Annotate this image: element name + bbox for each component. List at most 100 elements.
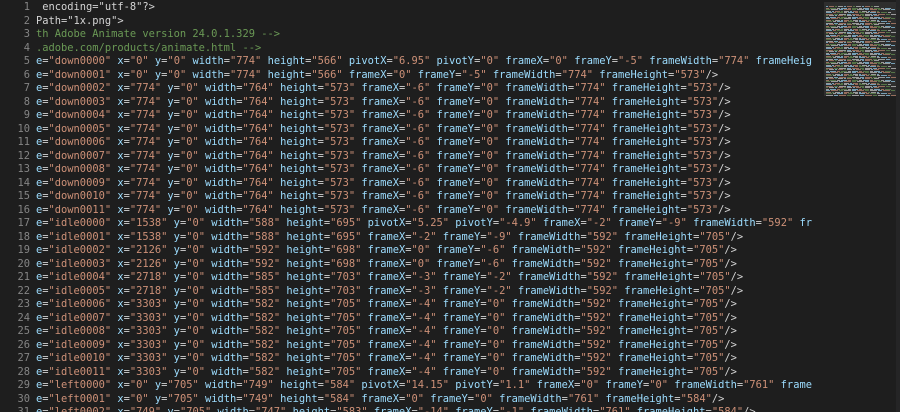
code-line[interactable]: 3 th Adobe Animate version 24.0.1.329 --> xyxy=(0,28,812,42)
line-number: 31 xyxy=(17,406,30,412)
code-token: x xyxy=(111,190,124,202)
code-token: frameY xyxy=(436,338,481,351)
code-line[interactable]: 20 e="idle0003" x="2126" y="0" width="592… xyxy=(0,258,812,272)
code-token: "774" xyxy=(129,82,162,94)
code-token: "-2" xyxy=(411,230,437,243)
code-token: frameHeight xyxy=(611,257,687,270)
minimap[interactable] xyxy=(812,0,900,412)
code-token: "698" xyxy=(330,257,362,270)
code-token: "592" xyxy=(248,257,281,270)
code-line[interactable]: 28 e="idle0011" x="3303" y="0" width="582… xyxy=(0,366,812,380)
code-token: "764" xyxy=(242,163,274,175)
code-token: frameHeight xyxy=(617,271,694,283)
code-token: "705" xyxy=(693,311,725,324)
code-editor[interactable]: 1 encoding="utf-8"?> 2 Path="1x.png"> 3th A… xyxy=(0,0,900,412)
code-token: y xyxy=(167,271,180,283)
code-line[interactable]: 15 e="down0010" x="774" y="0" width="764"… xyxy=(0,190,812,204)
code-token: frameY xyxy=(430,82,475,94)
code-line[interactable]: 24 e="idle0007" x="3303" y="0" width="582… xyxy=(0,312,812,326)
code-token: x xyxy=(111,82,124,94)
line-number: 6 xyxy=(23,68,30,81)
code-line[interactable]: 10 e="down0005" x="774" y="0" width="764"… xyxy=(0,123,812,137)
code-token: pivotY xyxy=(430,55,475,67)
code-line[interactable]: 14 e="down0009" x="774" y="0" width="764"… xyxy=(0,177,812,191)
code-line[interactable]: 17 e="idle0000" x="1538" y="0" width="588… xyxy=(0,217,812,231)
code-line[interactable]: 2 Path="1x.png"> xyxy=(0,15,812,29)
code-line[interactable]: 9 e="down0004" x="774" y="0" width="764" … xyxy=(0,109,812,123)
code-token: "0" xyxy=(179,122,199,135)
code-line[interactable]: 5 e="down0000" x="0" y="0" width="774" he… xyxy=(0,55,812,69)
minimap-token xyxy=(878,85,885,87)
code-token: "0" xyxy=(129,55,149,67)
code-token: "582" xyxy=(248,365,281,378)
code-token: x xyxy=(111,109,124,121)
code-token: "774" xyxy=(129,190,162,202)
code-line[interactable]: 29 e="left0000" x="0" y="705" width="749"… xyxy=(0,379,812,393)
code-token: x xyxy=(111,136,124,148)
line-number: 29 xyxy=(17,379,30,391)
code-token: "585" xyxy=(248,284,281,297)
code-token: frameY xyxy=(449,406,493,412)
code-token: /> xyxy=(724,325,737,337)
code-line[interactable]: 13 e="down0008" x="774" y="0" width="764"… xyxy=(0,163,812,177)
code-token: "0" xyxy=(129,68,149,81)
code-token: height xyxy=(273,176,318,189)
code-line[interactable]: 25 e="idle0008" x="3303" y="0" width="582… xyxy=(0,325,812,339)
line-code: e="down0008" x="774" y="0" width="764" h… xyxy=(36,163,731,177)
minimap-token xyxy=(891,36,895,38)
code-token: y xyxy=(161,163,174,175)
code-line[interactable]: 30 e="left0001" x="0" y="705" width="749"… xyxy=(0,393,812,407)
code-line[interactable]: 4 .adobe.com/products/animate.html --> xyxy=(0,42,812,56)
code-token: /> xyxy=(743,406,756,412)
minimap-token xyxy=(886,67,890,69)
code-line[interactable]: 23 e="idle0006" x="3303" y="0" width="582… xyxy=(0,298,812,312)
code-token: frameX xyxy=(361,230,406,243)
code-line[interactable]: 12 e="down0007" x="774" y="0" width="764"… xyxy=(0,150,812,164)
code-token: /> xyxy=(718,203,731,216)
code-token: "0" xyxy=(549,55,568,67)
code-token: frameY xyxy=(430,95,475,108)
line-code: e="idle0005" x="2718" y="0" width="585" … xyxy=(36,285,743,299)
code-line[interactable]: 8 e="down0003" x="774" y="0" width="764" … xyxy=(0,96,812,110)
code-token: "0" xyxy=(179,176,199,189)
code-line[interactable]: 16 e="down0011" x="774" y="0" width="764"… xyxy=(0,204,812,218)
code-line[interactable]: 11 e="down0006" x="774" y="0" width="764"… xyxy=(0,136,812,150)
code-token: "705" xyxy=(699,230,731,243)
code-token: "0" xyxy=(580,379,600,391)
code-line[interactable]: 18 e="idle0001" x="1538" y="0" width="588… xyxy=(0,231,812,245)
code-line[interactable]: 7 e="down0002" x="774" y="0" width="764" … xyxy=(0,82,812,96)
code-token: frameY xyxy=(436,298,481,310)
code-token: /> xyxy=(724,352,737,364)
code-token: "573" xyxy=(686,190,719,202)
code-token: frameX xyxy=(355,176,399,189)
code-line[interactable]: 19 e="idle0002" x="2126" y="0" width="592… xyxy=(0,244,812,258)
code-line[interactable]: 1 encoding="utf-8"?> xyxy=(0,1,812,15)
code-token: "-4" xyxy=(411,298,437,310)
code-line[interactable]: 26 e="idle0009" x="3303" y="0" width="582… xyxy=(0,339,812,353)
code-line[interactable]: 6 e="down0001" x="0" y="0" width="774" he… xyxy=(0,69,812,83)
code-token: y xyxy=(161,190,174,202)
vertical-scrollbar[interactable] xyxy=(896,0,900,412)
code-token: "573" xyxy=(323,95,356,108)
code-token: frameHeight xyxy=(605,203,681,216)
code-line[interactable]: 22 e="idle0005" x="2718" y="0" width="585… xyxy=(0,285,812,299)
code-token: frameY xyxy=(436,325,481,337)
code-token: "588" xyxy=(248,217,281,229)
minimap-token xyxy=(860,94,864,96)
code-token: "idle0002" xyxy=(48,244,112,256)
code-token: /> xyxy=(718,136,731,148)
code-token: frameWidth xyxy=(486,68,556,81)
code-token: "idle0009" xyxy=(48,338,112,351)
code-token: "764" xyxy=(242,149,274,162)
code-line[interactable]: 31 e="left0002" x="749" y="705" width="74… xyxy=(0,406,812,412)
code-line[interactable]: 21 e="idle0004" x="2718" y="0" width="585… xyxy=(0,271,812,285)
code-line[interactable]: 27 e="idle0010" x="3303" y="0" width="582… xyxy=(0,352,812,366)
code-token: "0" xyxy=(186,325,205,337)
code-token: "0" xyxy=(411,257,431,270)
code-token: "-6" xyxy=(405,203,431,216)
code-token: width xyxy=(204,244,243,256)
code-token: frameWidth xyxy=(499,122,568,135)
code-token: frameWidth xyxy=(505,311,575,324)
code-token: "774" xyxy=(230,55,262,67)
code-token: /> xyxy=(730,230,744,243)
